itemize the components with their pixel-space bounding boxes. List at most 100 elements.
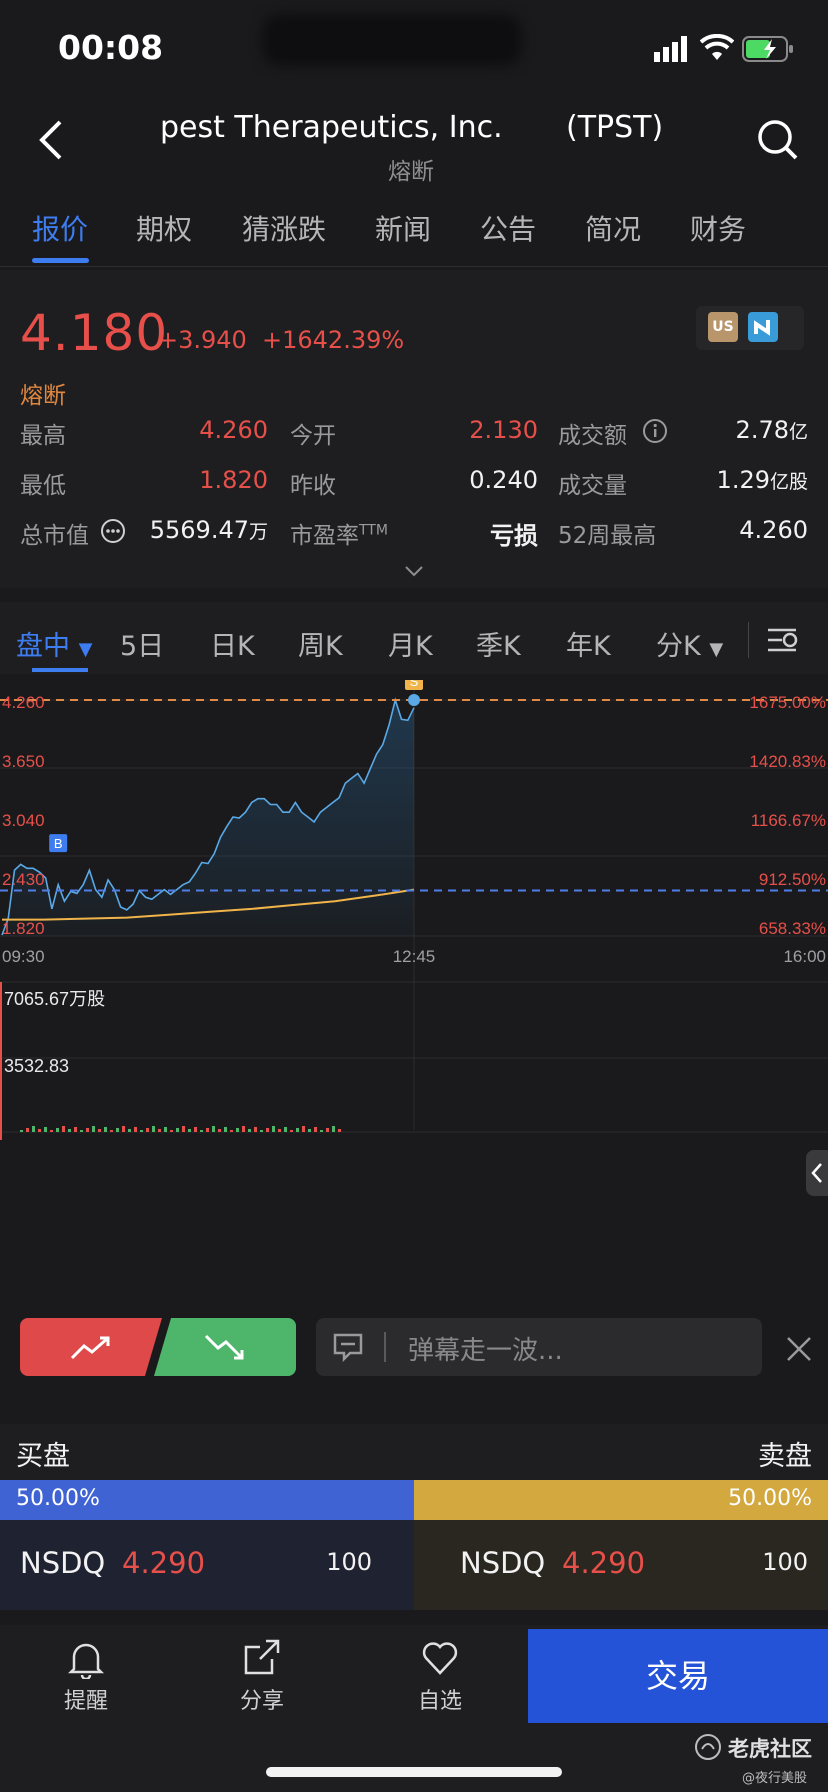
ticker-symbol: (TPST) [566, 110, 664, 145]
chart-tab-intraday[interactable]: 盘中 ▼ [16, 624, 92, 663]
volume-bar [218, 1129, 221, 1132]
volume-bar [122, 1126, 125, 1132]
brand-icon [694, 1733, 722, 1765]
danmaku-input[interactable]: 弹幕走一波... [316, 1318, 762, 1376]
volume-bar [284, 1127, 287, 1132]
chart-tab-weekly[interactable]: 周K [298, 624, 343, 663]
back-icon[interactable] [36, 118, 66, 166]
chart-tab-5d[interactable]: 5日 [120, 624, 164, 663]
bid-pct: 50.00% [16, 1486, 100, 1511]
pe-value: 亏损 [490, 522, 538, 550]
ask-exchange: NSDQ [460, 1546, 546, 1580]
volume-bar [92, 1126, 95, 1132]
tab-news[interactable]: 新闻 [375, 208, 431, 248]
volume-bar [212, 1126, 215, 1132]
chart-tab-minute[interactable]: 分K ▼ [656, 624, 723, 663]
volume-area: 7065.67万股 3532.83 [0, 982, 341, 1140]
y-tick-left: 1.820 [2, 919, 45, 938]
bid-ratio-bar: 50.00% [0, 1480, 414, 1520]
volume-bar [176, 1128, 179, 1132]
chart-tab-yearly[interactable]: 年K [566, 624, 611, 663]
bullish-button[interactable] [20, 1318, 162, 1376]
expand-chevron-icon[interactable] [404, 562, 424, 581]
tab-predict[interactable]: 猜涨跌 [242, 208, 326, 248]
volume-bar [80, 1130, 83, 1132]
volume-bar [206, 1128, 209, 1132]
watchlist-button[interactable]: 自选 [400, 1637, 480, 1715]
turnover-value: 2.78亿 [735, 416, 808, 444]
redacted-area [262, 14, 522, 66]
collapse-side-icon[interactable] [806, 1150, 828, 1196]
volume-bar [98, 1129, 101, 1132]
nasdaq-icon [748, 312, 778, 342]
intraday-chart[interactable]: 4.260 1675.00% 3.650 1420.83% 3.040 1166.67% 2… [0, 680, 828, 1300]
low-value: 1.820 [199, 466, 268, 494]
chart-tab-monthly[interactable]: 月K [388, 624, 433, 663]
tab-financials[interactable]: 财务 [690, 208, 746, 248]
y-tick-right: 658.33% [759, 919, 826, 938]
share-label: 分享 [239, 1689, 284, 1714]
home-indicator [266, 1767, 562, 1777]
close-icon[interactable] [786, 1336, 812, 1366]
volume-bar [188, 1129, 191, 1132]
chart-settings-icon[interactable] [766, 624, 800, 660]
y-tick-left: 3.650 [2, 752, 45, 771]
volume-label: 成交量 [558, 473, 627, 499]
ask-price: 4.290 [562, 1546, 646, 1580]
volume-bar [140, 1130, 143, 1132]
y-tick-left: 4.260 [2, 693, 45, 712]
volume-bar [242, 1126, 245, 1132]
trade-label: 交易 [645, 1657, 710, 1695]
alert-button[interactable]: 提醒 [46, 1637, 126, 1715]
tab-divider [748, 622, 749, 658]
ask-ratio-bar: 50.00% [414, 1480, 828, 1520]
brand-handle: @夜行美股 [742, 1771, 808, 1786]
volume-bar [266, 1128, 269, 1132]
comment-icon [333, 1333, 363, 1362]
search-icon[interactable] [756, 118, 800, 166]
bid-exchange: NSDQ [20, 1546, 106, 1580]
y-tick-right: 1166.67% [751, 811, 826, 830]
x-tick: 09:30 [2, 947, 45, 966]
y-tick-right: 1675.00% [749, 693, 826, 712]
heart-icon [422, 1642, 458, 1675]
more-icon[interactable] [100, 518, 126, 548]
x-tick: 12:45 [393, 947, 436, 966]
bid-price: 4.290 [122, 1546, 206, 1580]
volume-bar [158, 1129, 161, 1132]
bid-size: 100 [326, 1548, 372, 1576]
status-time: 00:08 [58, 28, 164, 67]
company-name: pest Therapeutics, Inc. [160, 110, 503, 145]
active-tab-indicator [32, 258, 89, 263]
volume-bar [164, 1127, 167, 1132]
info-icon[interactable] [642, 418, 668, 448]
bearish-button[interactable] [154, 1318, 296, 1376]
high-value: 4.260 [199, 416, 268, 444]
tab-quote[interactable]: 报价 [32, 208, 88, 248]
tab-options[interactable]: 期权 [136, 208, 192, 248]
pe-label: 市盈率TTM [290, 522, 388, 549]
52w-high-value: 4.260 [739, 516, 808, 544]
volume-bar [26, 1128, 29, 1132]
ask-label: 卖盘 [758, 1441, 812, 1472]
orderbook-header: 买盘 卖盘 [0, 1424, 828, 1480]
chart-tab-daily[interactable]: 日K [210, 624, 255, 663]
volume-bar [32, 1126, 35, 1132]
share-button[interactable]: 分享 [222, 1637, 302, 1715]
battery-icon [742, 36, 794, 66]
danmaku-placeholder: 弹幕走一波... [408, 1336, 563, 1366]
chart-tab-quarterly[interactable]: 季K [476, 624, 521, 663]
volume-bar [20, 1130, 23, 1132]
volume-bar [86, 1128, 89, 1132]
volume-tick: 7065.67万股 [4, 989, 105, 1009]
brand-name: 老虎社区 [728, 1737, 812, 1761]
volume-bar [50, 1130, 53, 1132]
volume-bar [224, 1127, 227, 1132]
volume-bar [338, 1129, 341, 1132]
tab-announcements[interactable]: 公告 [480, 208, 536, 248]
tab-profile[interactable]: 简况 [585, 208, 641, 248]
open-label: 今开 [290, 423, 336, 449]
volume-bar [68, 1129, 71, 1132]
bid-label: 买盘 [16, 1441, 70, 1472]
trade-button[interactable]: 交易 [528, 1629, 828, 1723]
